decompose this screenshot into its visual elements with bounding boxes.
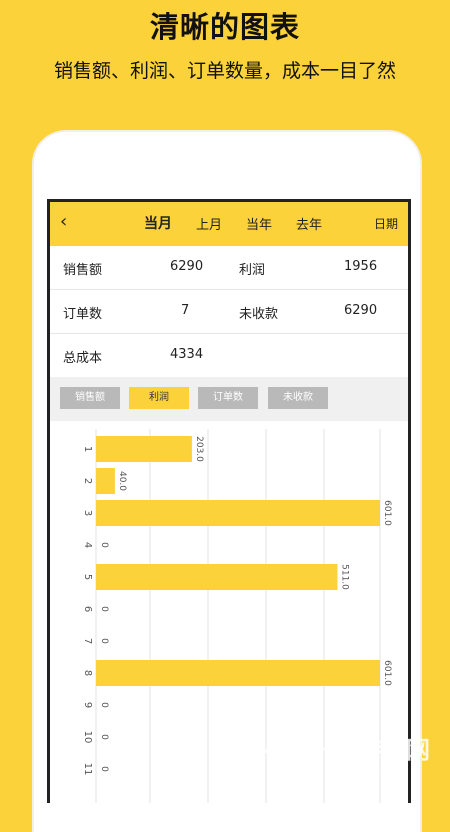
chart-value-label: 0	[99, 542, 109, 548]
watermark-url: www.1kyx.com	[314, 766, 409, 779]
promo-subtitle: 销售额、利润、订单数量，成本一目了然	[53, 60, 396, 82]
chart-value-label: 511.0	[339, 564, 349, 590]
stats-row: 总成本 4334	[50, 334, 408, 377]
filter-sales-button[interactable]: 销售额	[60, 387, 120, 409]
chart-value-label: 0	[99, 638, 109, 644]
watermark-text: 一刻游戏网	[310, 736, 430, 764]
filter-orders-button[interactable]: 订单数	[198, 387, 258, 409]
chart-value-label: 0	[99, 734, 109, 740]
chart-bar	[96, 660, 380, 686]
cost-value: 4334	[170, 347, 204, 362]
receivable-value: 6290	[344, 303, 378, 318]
sales-value: 6290	[170, 259, 204, 274]
chart-value-label: 40.0	[117, 471, 127, 491]
chart-category-label: 6	[82, 606, 93, 612]
tab-last-month[interactable]: 上月	[196, 214, 222, 233]
stats-row: 销售额 6290 利润 1956	[50, 246, 408, 290]
watermark-logo: 1kx	[248, 726, 304, 761]
chart-category-label: 7	[82, 638, 93, 644]
tab-current-month[interactable]: 当月	[144, 213, 172, 233]
chart-category-label: 11	[82, 763, 93, 776]
chart-category-label: 5	[82, 574, 93, 580]
chart-value-label: 203.0	[194, 436, 204, 462]
filter-receivable-button[interactable]: 未收款	[268, 387, 328, 409]
chart-category-label: 1	[82, 446, 93, 452]
stats-panel: 销售额 6290 利润 1956 订单数 7 未收款 6290 总成本 4334	[50, 246, 408, 377]
tab-this-year[interactable]: 当年	[246, 214, 272, 233]
filter-profit-button[interactable]: 利润	[129, 387, 189, 409]
orders-value: 7	[181, 303, 190, 318]
app-screen: ‹ 当月 上月 当年 去年 日期 销售额 6290 利润 1956 订单数 7 …	[47, 199, 411, 803]
metric-filter-bar: 销售额 利润 订单数 未收款	[50, 377, 408, 421]
chart-category-label: 4	[82, 542, 93, 548]
chart-category-label: 2	[82, 478, 93, 484]
chart-bar	[96, 500, 380, 526]
chart-value-label: 0	[99, 766, 109, 772]
chart-value-label: 0	[99, 606, 109, 612]
chart-value-label: 601.0	[382, 660, 392, 686]
promo-title: 清晰的图表	[149, 10, 300, 44]
stats-row: 订单数 7 未收款 6290	[50, 290, 408, 334]
chart-bar	[96, 468, 115, 494]
orders-label: 订单数	[63, 307, 103, 322]
cost-label: 总成本	[63, 351, 103, 366]
chart-bar	[96, 564, 338, 590]
back-icon[interactable]: ‹	[60, 211, 67, 232]
chart-category-label: 9	[82, 702, 93, 708]
profit-label: 利润	[239, 263, 266, 278]
tab-last-year[interactable]: 去年	[296, 214, 322, 233]
sales-label: 销售额	[63, 263, 103, 278]
chart-value-label: 601.0	[382, 500, 392, 526]
profit-value: 1956	[344, 259, 378, 274]
date-button[interactable]: 日期	[374, 215, 398, 232]
chart-bar	[96, 436, 192, 462]
top-nav-bar: ‹ 当月 上月 当年 去年 日期	[50, 202, 408, 246]
chart-category-label: 10	[82, 731, 93, 744]
chart-category-label: 8	[82, 670, 93, 676]
chart-value-label: 0	[99, 702, 109, 708]
receivable-label: 未收款	[239, 307, 279, 322]
watermark: 1kx 一刻游戏网 www.1kyx.com	[248, 722, 448, 792]
chart-category-label: 3	[82, 510, 93, 516]
